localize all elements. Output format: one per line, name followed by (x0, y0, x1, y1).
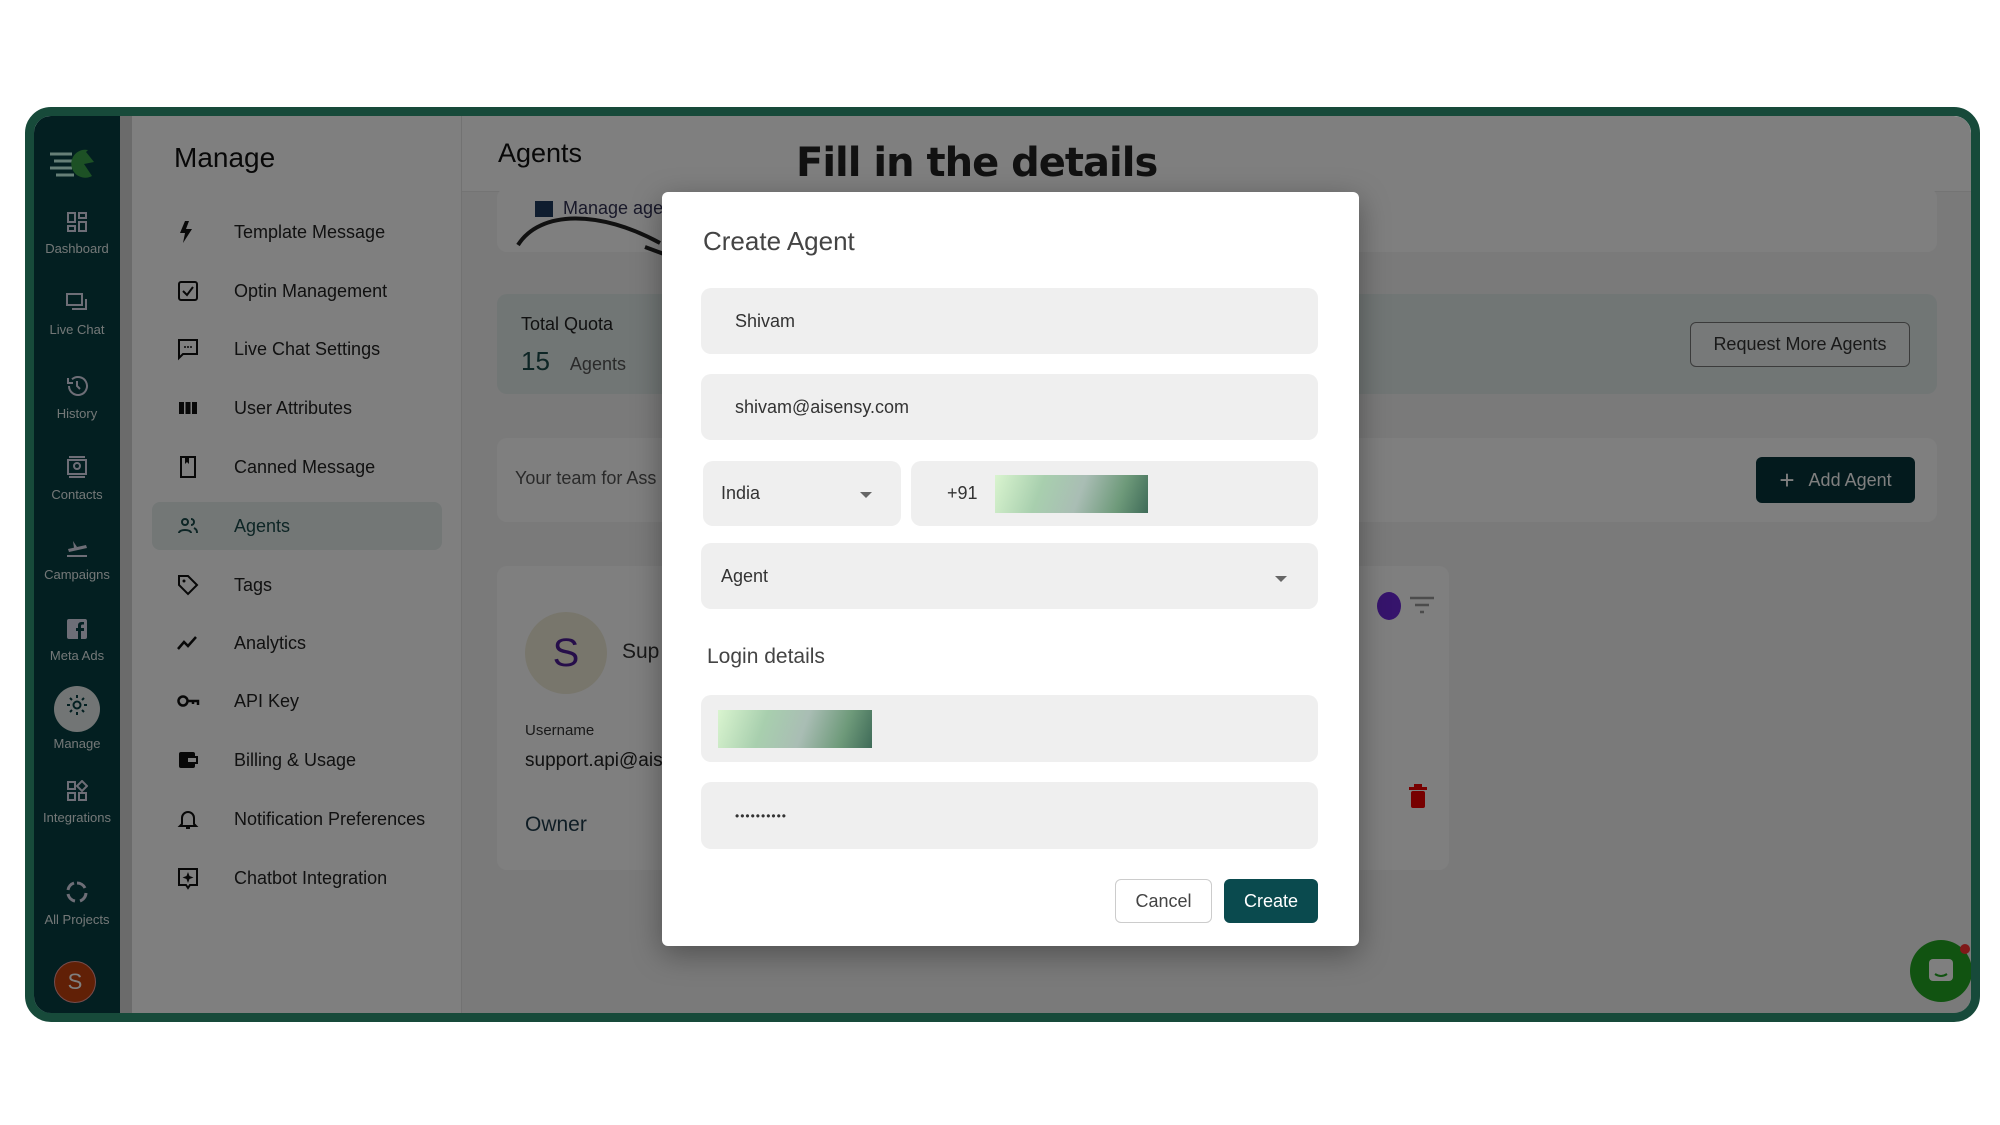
username-redacted (718, 710, 872, 748)
role-select[interactable]: Agent (701, 543, 1318, 609)
chevron-down-icon (1275, 576, 1287, 582)
login-details-heading: Login details (707, 645, 825, 668)
username-input[interactable] (701, 695, 1318, 762)
name-input[interactable]: Shivam (701, 288, 1318, 354)
chevron-down-icon (860, 492, 872, 498)
email-input[interactable]: shivam@aisensy.com (701, 374, 1318, 440)
password-input[interactable]: •••••••••• (701, 782, 1318, 849)
annotation-arrow-icon (516, 216, 675, 261)
annotation-text: Fill in the details (796, 140, 1158, 186)
modal-title: Create Agent (703, 226, 855, 256)
country-select[interactable]: India (703, 461, 901, 526)
cancel-button[interactable]: Cancel (1115, 879, 1212, 923)
create-agent-modal: Create Agent Shivam shivam@aisensy.com I… (662, 192, 1359, 946)
phone-redacted (995, 475, 1148, 513)
create-button[interactable]: Create (1224, 879, 1318, 923)
phone-input[interactable]: +91 (911, 461, 1318, 526)
